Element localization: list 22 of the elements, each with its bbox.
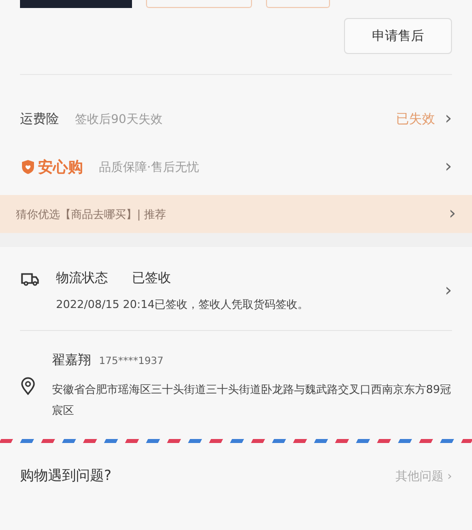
recipient-name: 翟嘉翔 xyxy=(52,352,91,369)
recipient-phone: 175****1937 xyxy=(99,356,164,367)
chevron-icon[interactable]: › xyxy=(448,205,456,223)
address-text: 安徽省合肥市瑶海区三十头街道三十头街道卧龙路与魏武路交叉口西南京东方89冠宸区 xyxy=(52,382,452,419)
logistics-label: 物流状态 xyxy=(56,270,108,287)
truck-icon xyxy=(20,271,40,287)
tag-outline xyxy=(266,0,330,8)
guarantee-label: 安心购 xyxy=(38,158,83,176)
chevron-icon[interactable]: › xyxy=(444,158,452,176)
recommend-banner[interactable]: 猜你优选【商品去哪买】| 推荐 › xyxy=(0,195,472,233)
chevron-icon[interactable]: › xyxy=(444,110,452,128)
banner-text: 猜你优选【商品去哪买】| 推荐 xyxy=(16,206,166,222)
logistics-status: 已签收 xyxy=(132,270,171,287)
after-sale-button[interactable]: 申请售后 xyxy=(344,18,452,54)
insurance-label: 运费险 xyxy=(20,111,59,128)
help-question: 购物遇到问题? xyxy=(20,467,112,485)
chevron-icon[interactable]: › xyxy=(444,282,452,300)
shield-icon xyxy=(20,159,36,175)
guarantee-detail: 品质保障·售后无忧 xyxy=(99,158,199,176)
insurance-detail: 签收后90天失效 xyxy=(75,110,162,128)
logistics-detail: 2022/08/15 20:14已签收，签收人凭取货码签收。 xyxy=(56,297,310,312)
location-pin-icon xyxy=(20,377,36,395)
